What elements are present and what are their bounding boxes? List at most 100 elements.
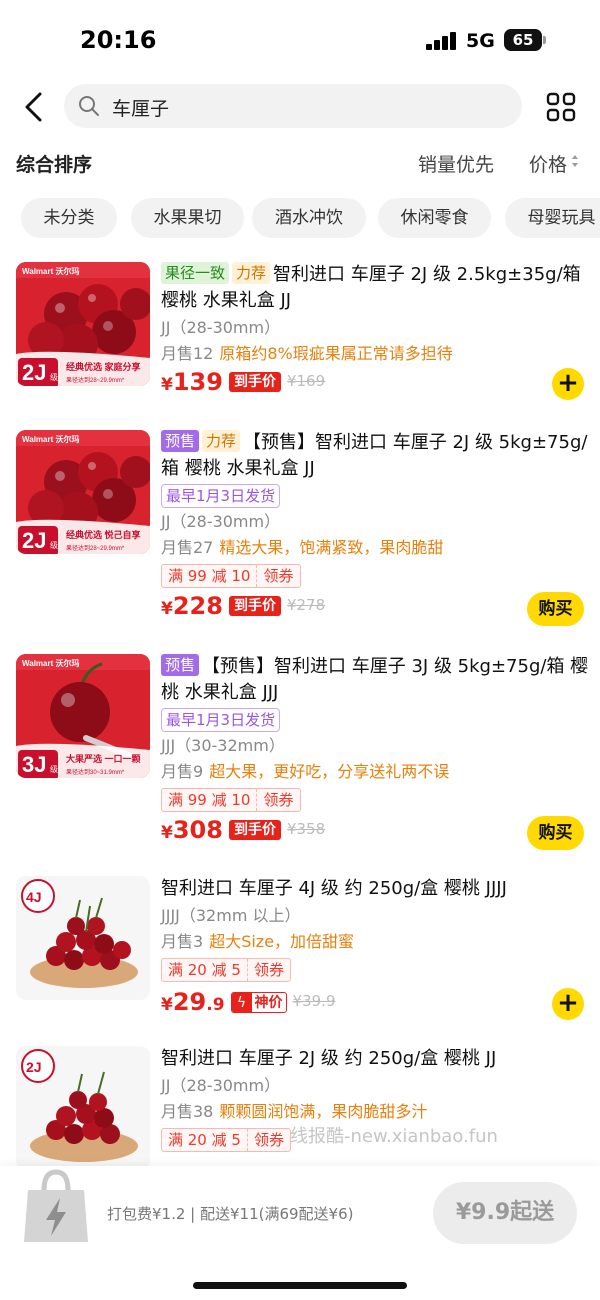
currency-symbol: ¥ [161, 599, 173, 619]
thumb-note: 果径达到28~29.9mm* [66, 544, 125, 552]
grade-label: 4J [26, 889, 42, 905]
product-slogan: 颗颗圆润饱满，果肉脆甜多汁 [219, 1102, 428, 1121]
product-card[interactable]: 2J 智利进口 车厘子 2J 级 约 250g/盒 樱桃 JJ JJ（28-30… [0, 1046, 600, 1166]
coupon-tag[interactable]: 满 99 减 10 领券 [161, 564, 301, 588]
product-card[interactable]: Walmart 沃尔玛 3J 级 大果严选 一口一颗 果径达到30~31.9mm… [0, 654, 600, 854]
watermark: 线报酷-new.xianbao.fun [290, 1126, 498, 1147]
search-icon [79, 96, 99, 116]
category-chip[interactable]: 休闲零食 [378, 198, 491, 238]
coupon-tag[interactable]: 满 20 减 5 领券 [161, 1128, 291, 1152]
price-line: ¥228 到手价 ¥278 [161, 592, 325, 626]
product-spec: JJ（28-30mm） [161, 318, 281, 337]
product-info: 果径一致 力荐 智利进口 车厘子 2J 级 2.5kg±35g/箱 樱桃 水果礼盒 … [161, 262, 591, 396]
product-spec: JJJ（30-32mm） [161, 736, 285, 755]
product-spec: JJ（28-30mm） [161, 512, 281, 531]
sales-line: 月售27 精选大果，饱满紧致，果肉脆甜 [161, 536, 591, 560]
category-chip[interactable]: 水果果切 [131, 198, 244, 238]
product-price: 228 [172, 592, 223, 620]
sort-arrows-icon [572, 155, 578, 167]
category-chip[interactable]: 母婴玩具 [505, 198, 600, 238]
sort-default[interactable]: 综合排序 [16, 150, 92, 177]
product-title: 智利进口 车厘子 4J 级 约 250g/盒 樱桃 JJJJ [161, 878, 507, 899]
claim-coupon-button[interactable]: 领券 [257, 789, 299, 811]
brand-logo: Walmart 沃尔玛 [22, 266, 80, 276]
product-slogan: 超大Size，加倍甜蜜 [209, 932, 355, 951]
product-info: 预售 力荐 【预售】智利进口 车厘子 2J 级 5kg±75g/箱 樱桃 水果礼盒 … [161, 430, 591, 620]
sort-sales[interactable]: 销量优先 [418, 150, 494, 177]
god-price-label: 神价 [254, 995, 283, 1011]
brand-logo: Walmart 沃尔玛 [22, 658, 80, 668]
product-card[interactable]: 4J 智利进口 车厘子 4J 级 约 250g/盒 樱桃 JJJJ JJJJ（3… [0, 876, 600, 1026]
battery-icon: 65 [504, 29, 542, 51]
add-to-cart-button[interactable]: + [552, 988, 584, 1020]
product-image[interactable]: Walmart 沃尔玛 2J 级 经典优选 悦己自享 果径达到28~29.9mm… [16, 430, 150, 554]
search-input[interactable]: 车厘子 [64, 84, 522, 128]
final-price-badge: 到手价 [228, 596, 281, 616]
lightning-bag-icon[interactable] [22, 1168, 90, 1246]
coupon-tag[interactable]: 满 99 减 10 领券 [161, 788, 301, 812]
search-query: 车厘子 [112, 98, 170, 120]
product-info: 智利进口 车厘子 4J 级 约 250g/盒 樱桃 JJJJ JJJJ（32mm… [161, 876, 591, 1016]
status-bar: 20:16 5G 65 [0, 0, 600, 80]
recommend-badge: 力荐 [232, 262, 271, 284]
product-title: 预售 力荐 【预售】智利进口 车厘子 2J 级 5kg±75g/箱 樱桃 水果礼盒 … [161, 430, 591, 482]
buy-button[interactable]: 购买 [527, 592, 584, 626]
product-slogan: 超大果，更好吃，分享送礼两不误 [209, 762, 450, 781]
coupon-tag[interactable]: 满 20 减 5 领券 [161, 958, 291, 982]
thumb-slogan: 经典优选 悦己自享 [66, 529, 141, 540]
bottom-cart-bar: 打包费¥1.2 | 配送¥11(满69配送¥6) ¥9.9起送 [0, 1166, 600, 1300]
network-label: 5G [466, 30, 495, 52]
status-time: 20:16 [80, 26, 157, 54]
buy-button[interactable]: 购买 [527, 816, 584, 850]
original-price: ¥169 [286, 372, 326, 390]
currency-symbol: ¥ [161, 823, 173, 843]
price-line: ¥308 到手价 ¥358 [161, 816, 325, 850]
price-line: ¥139 到手价 ¥169 [161, 368, 325, 402]
back-arrow-icon[interactable] [18, 90, 52, 124]
sort-bar: 综合排序 销量优先 价格 [0, 140, 600, 184]
grade-label: 3J [22, 752, 46, 777]
thumb-note: 果径达到30~31.9mm* [66, 768, 125, 776]
sales-line: 月售3 超大Size，加倍甜蜜 [161, 930, 591, 954]
product-title-text: 【预售】智利进口 车厘子 3J 级 5kg±75g/箱 樱桃 水果礼盒 JJJ [161, 656, 589, 703]
uniform-size-badge: 果径一致 [161, 262, 230, 284]
product-card[interactable]: Walmart 沃尔玛 2J 级 经典优选 家庭分享 果径达到28~29.9mm… [0, 262, 600, 412]
grade-label: 2J [22, 528, 46, 553]
price-line: ¥29.9 ϟ 神价 ¥39.9 [161, 988, 336, 1022]
min-order-button[interactable]: ¥9.9起送 [433, 1182, 577, 1244]
product-image[interactable]: Walmart 沃尔玛 3J 级 大果严选 一口一颗 果径达到30~31.9mm… [16, 654, 150, 778]
product-card[interactable]: Walmart 沃尔玛 2J 级 经典优选 悦己自享 果径达到28~29.9mm… [0, 430, 600, 630]
lightning-icon: ϟ [231, 993, 252, 1012]
monthly-sales: 月售12 [161, 344, 214, 363]
product-image[interactable]: Walmart 沃尔玛 2J 级 经典优选 家庭分享 果径达到28~29.9mm… [16, 262, 150, 386]
add-to-cart-button[interactable]: + [552, 368, 584, 400]
product-price: 308 [172, 816, 223, 844]
product-spec: JJ（28-30mm） [161, 1076, 281, 1095]
original-price: ¥278 [286, 596, 326, 614]
svg-text:级: 级 [50, 764, 58, 774]
shipping-date-tag: 最早1月3日发货 [161, 708, 281, 732]
sales-line: 月售9 超大果，更好吃，分享送礼两不误 [161, 760, 591, 784]
claim-coupon-button[interactable]: 领券 [257, 565, 299, 587]
coupon-amount: 满 20 减 5 [162, 1129, 248, 1151]
grade-label: 2J [22, 360, 46, 385]
grid-icon[interactable] [546, 92, 576, 122]
product-price: 139 [172, 368, 223, 396]
thumb-slogan: 大果严选 一口一颗 [66, 753, 141, 764]
claim-coupon-button[interactable]: 领券 [248, 1129, 290, 1151]
presale-badge: 预售 [161, 654, 200, 676]
thumb-note: 果径达到28~29.9mm* [66, 376, 125, 384]
currency-symbol: ¥ [161, 375, 173, 395]
original-price: ¥358 [286, 820, 326, 838]
sort-price[interactable]: 价格 [529, 150, 567, 177]
product-image[interactable]: 2J [16, 1046, 150, 1166]
category-chip[interactable]: 酒水冲饮 [252, 198, 366, 238]
product-price-decimal: .9 [206, 995, 225, 1015]
product-image[interactable]: 4J [16, 876, 150, 1000]
product-slogan: 原箱约8%瑕疵果属正常请多担待 [219, 344, 453, 363]
god-price-badge: ϟ 神价 [230, 992, 287, 1013]
coupon-amount: 满 20 减 5 [162, 959, 248, 981]
brand-logo: Walmart 沃尔玛 [22, 434, 80, 444]
category-chip[interactable]: 未分类 [21, 198, 117, 238]
claim-coupon-button[interactable]: 领券 [248, 959, 290, 981]
